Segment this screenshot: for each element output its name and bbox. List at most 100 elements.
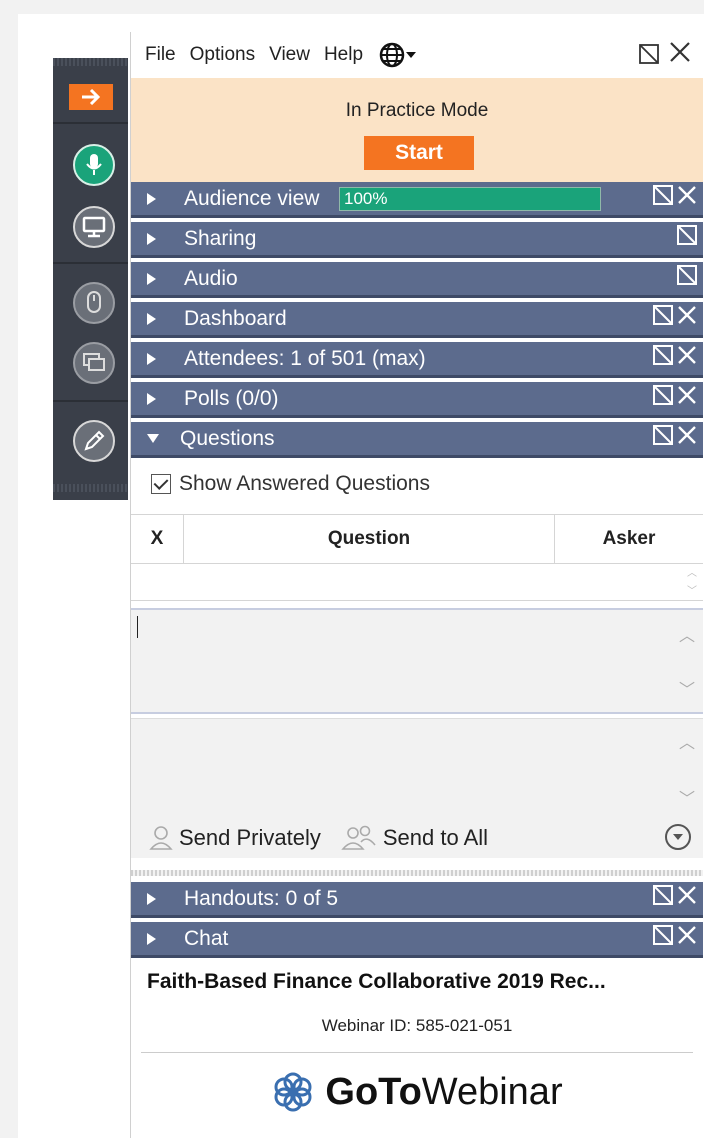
scroll-down-icon[interactable]: ﹀ xyxy=(687,582,697,597)
send-to-all-button[interactable]: Send to All xyxy=(341,825,488,851)
pane-sharing[interactable]: Sharing xyxy=(131,222,703,258)
column-header-question[interactable]: Question xyxy=(184,515,555,563)
pane-attendees[interactable]: Attendees: 1 of 501 (max) xyxy=(131,342,703,378)
answer-input[interactable]: ︿ ﹀ xyxy=(131,718,703,819)
caret-down-icon xyxy=(406,52,417,58)
gotowebinar-logo: GoTo Webinar xyxy=(131,1070,703,1114)
expand-triangle-icon xyxy=(147,232,166,245)
undock-icon[interactable] xyxy=(653,345,673,365)
pane-title: Attendees: 1 of 501 (max) xyxy=(184,346,426,370)
menu-help[interactable]: Help xyxy=(324,44,363,66)
close-icon[interactable] xyxy=(677,385,697,405)
checkbox-checked-icon xyxy=(151,474,171,494)
collapse-arrow-button[interactable] xyxy=(69,84,113,110)
toolbar-grip[interactable] xyxy=(53,58,128,66)
pane-handouts[interactable]: Handouts: 0 of 5 xyxy=(131,882,703,918)
person-icon xyxy=(149,826,173,850)
pane-polls[interactable]: Polls (0/0) xyxy=(131,382,703,418)
menu-file[interactable]: File xyxy=(145,44,176,66)
text-caret xyxy=(137,616,138,638)
menu-view[interactable]: View xyxy=(269,44,310,66)
close-icon[interactable] xyxy=(677,305,697,325)
monitor-icon xyxy=(82,216,106,238)
collapse-triangle-icon xyxy=(147,434,159,443)
questions-list[interactable]: ︿ ﹀ xyxy=(131,562,703,601)
toolbar-divider xyxy=(53,262,128,264)
close-icon[interactable] xyxy=(677,925,697,945)
expand-triangle-icon xyxy=(147,392,166,405)
undock-window-button[interactable] xyxy=(639,44,659,70)
close-icon[interactable] xyxy=(677,425,697,445)
pane-title: Audience view xyxy=(184,186,320,210)
start-broadcast-button[interactable]: Start xyxy=(364,136,474,170)
brand-goto: GoTo xyxy=(325,1070,422,1113)
toolbar-grip[interactable] xyxy=(53,484,128,492)
menu-options[interactable]: Options xyxy=(190,44,255,66)
screen-share-button[interactable] xyxy=(73,206,115,248)
scroll-down-icon[interactable]: ﹀ xyxy=(679,785,695,809)
send-privately-label: Send Privately xyxy=(179,825,321,850)
undock-icon[interactable] xyxy=(653,885,673,905)
undock-icon[interactable] xyxy=(653,185,673,205)
show-answered-checkbox[interactable]: Show Answered Questions xyxy=(151,472,430,496)
toolbar-divider xyxy=(53,400,128,402)
send-privately-button[interactable]: Send Privately xyxy=(149,825,321,851)
pane-chat[interactable]: Chat xyxy=(131,922,703,958)
close-icon[interactable] xyxy=(677,185,697,205)
mouse-icon xyxy=(87,291,101,313)
column-header-x[interactable]: X xyxy=(131,515,184,563)
microphone-button[interactable] xyxy=(73,144,115,186)
pane-title: Chat xyxy=(184,926,229,950)
drawing-tools-button[interactable] xyxy=(73,420,115,462)
pane-title: Questions xyxy=(180,426,275,450)
undock-icon[interactable] xyxy=(677,225,697,245)
undock-icon xyxy=(639,44,659,64)
show-answered-label: Show Answered Questions xyxy=(179,472,430,495)
chevron-down-icon xyxy=(673,834,683,840)
close-window-button[interactable] xyxy=(669,41,691,69)
close-icon xyxy=(670,42,690,62)
scroll-up-icon[interactable]: ︿ xyxy=(687,564,697,579)
webinar-id: Webinar ID: 585-021-051 xyxy=(321,1016,513,1035)
footer-divider xyxy=(141,1052,693,1053)
undock-icon[interactable] xyxy=(653,305,673,325)
scroll-up-icon[interactable]: ︿ xyxy=(679,622,695,646)
group-icon xyxy=(341,825,376,850)
audience-view-meter: 100% xyxy=(339,187,601,211)
undock-icon[interactable] xyxy=(677,265,697,285)
expand-triangle-icon xyxy=(147,272,166,285)
keyboard-mouse-button[interactable] xyxy=(73,282,115,324)
questions-pane-body: Show Answered Questions X Question Asker… xyxy=(131,458,703,858)
close-icon[interactable] xyxy=(677,345,697,365)
pane-title: Handouts: 0 of 5 xyxy=(184,886,339,910)
close-icon[interactable] xyxy=(677,885,697,905)
undock-icon[interactable] xyxy=(653,385,673,405)
scroll-up-icon[interactable]: ︿ xyxy=(679,729,695,753)
resize-grip[interactable] xyxy=(131,870,703,876)
expand-triangle-icon xyxy=(147,192,166,205)
globe-icon xyxy=(379,42,405,68)
brand-webinar: Webinar xyxy=(421,1070,563,1113)
question-text-viewer[interactable]: ︿ ﹀ xyxy=(131,608,703,714)
control-panel: File Options View Help In Practice Mode … xyxy=(130,32,703,1138)
expand-triangle-icon xyxy=(147,352,166,365)
pane-dashboard[interactable]: Dashboard xyxy=(131,302,703,338)
pane-audio[interactable]: Audio xyxy=(131,262,703,298)
expand-triangle-icon xyxy=(147,312,166,325)
send-options-dropdown[interactable] xyxy=(665,824,691,850)
gotowebinar-flower-icon xyxy=(274,1072,312,1112)
column-header-asker[interactable]: Asker xyxy=(555,515,703,563)
expand-triangle-icon xyxy=(147,892,166,905)
scroll-down-icon[interactable]: ﹀ xyxy=(679,676,695,700)
language-dropdown[interactable] xyxy=(379,42,417,68)
webinar-info-footer: Faith-Based Finance Collaborative 2019 R… xyxy=(131,960,703,1138)
undock-icon[interactable] xyxy=(653,425,673,445)
undock-icon[interactable] xyxy=(653,925,673,945)
pane-audience-view[interactable]: Audience view 100% xyxy=(131,182,703,218)
pane-questions[interactable]: Questions xyxy=(131,422,703,458)
presenter-screen-button[interactable] xyxy=(73,342,115,384)
pane-title: Dashboard xyxy=(184,306,287,330)
pane-title: Polls (0/0) xyxy=(184,386,279,410)
practice-mode-text: In Practice Mode xyxy=(345,100,489,121)
answer-send-bar: Send Privately Send to All xyxy=(131,818,703,858)
